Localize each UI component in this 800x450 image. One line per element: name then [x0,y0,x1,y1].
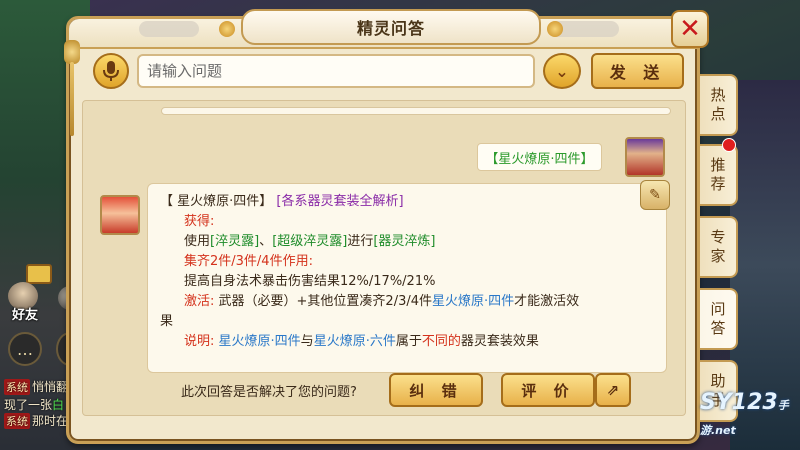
share-button[interactable]: ⇗ [595,373,631,407]
ornament-icon [547,21,563,37]
answer-message: ✎ 【 星火燎原·四件】 [各系器灵套装全解析] 获得: 使用[淬灵露]、[超级… [147,180,670,373]
microphone-icon [103,61,119,81]
tab-qa[interactable]: 问 答 [700,288,738,350]
microphone-button[interactable] [93,53,129,89]
user-avatar [625,137,665,177]
chat-icon[interactable]: … [8,332,42,366]
activate-line: 激活: 武器（必要）+其他位置凑齐2/3/4件星火燎原·四件才能激活效 [184,294,580,309]
item-link[interactable]: [器灵淬炼] [373,234,435,249]
history-dropdown-button[interactable]: ⌄ [543,53,581,89]
title-plate: 精灵问答 [219,9,563,45]
cloud-decoration [139,21,199,37]
book-icon[interactable]: ✎ [640,180,670,210]
notification-badge [722,138,736,152]
user-message[interactable]: 【星火燎原·四件】 [477,143,602,171]
close-icon: ✕ [679,14,701,44]
chevron-down-icon: ⌄ [555,61,569,81]
watermark: SY123手游.net [700,390,789,437]
tab-expert[interactable]: 专 家 [700,216,738,278]
set-effect: 提高自身法术暴击伤害结果12%/17%/21% [184,274,436,289]
set-label: 集齐2件/3件/4件作用: [184,254,313,269]
question-input[interactable] [137,54,535,88]
share-icon: ⇗ [606,381,620,399]
tassel-decoration [64,40,80,136]
obtain-label: 获得: [184,214,215,229]
item-link[interactable]: [淬灵露] [210,234,259,249]
item-link[interactable]: [超级淬灵露] [272,234,347,249]
activate-line-wrap: 果 [160,314,174,329]
conversation-area[interactable]: 【星火燎原·四件】 ✎ 【 星火燎原·四件】 [各系器灵套装全解析] 获得: 使… [82,100,686,416]
obtain-line: 使用[淬灵露]、[超级淬灵露]进行[器灵淬炼] [184,234,436,249]
feedback-question: 此次回答是否解决了您的问题? [181,385,357,400]
chat-line: 系统 那时在 [4,413,69,429]
rate-button[interactable]: 评 价 [501,373,595,407]
page-title: 精灵问答 [356,19,425,38]
answer-title: 【 星火燎原·四件】 [各系器灵套装全解析] [160,194,404,209]
report-error-button[interactable]: 纠 错 [389,373,483,407]
close-button[interactable]: ✕ [671,10,709,48]
friends-label[interactable]: 好友 [12,304,38,323]
tab-recommend[interactable]: 推 荐 [700,144,738,206]
guide-link[interactable]: [各系器灵套装全解析] [276,194,403,209]
mail-icon[interactable] [26,264,52,284]
scroll-top-bar [161,107,671,115]
assistant-avatar [100,195,140,235]
chat-line: 系统 悄悄翻 [4,379,69,395]
note-line: 说明: 星火燎原·四件与星火燎原·六件属于不同的器灵套装效果 [184,334,539,349]
send-button[interactable]: 发 送 [591,53,684,89]
system-tag: 系统 [4,379,30,395]
system-tag: 系统 [4,413,30,429]
tab-hot[interactable]: 热 点 [700,74,738,136]
chat-line: 现了一张白 [4,398,65,412]
ornament-icon [219,21,235,37]
